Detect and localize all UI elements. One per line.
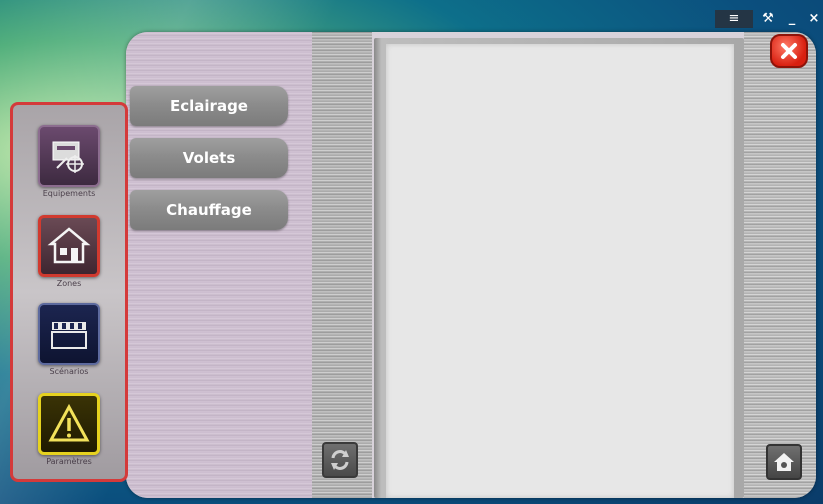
menu-column: Eclairage Volets Chauffage (126, 32, 312, 498)
menu-item-chauffage[interactable]: Chauffage (130, 190, 288, 230)
sidebar-label-parametres: Paramètres (46, 457, 92, 466)
close-icon (781, 43, 797, 59)
home-icon (774, 453, 794, 471)
menu-item-eclairage[interactable]: Eclairage (130, 86, 288, 126)
sidebar-label-scenarios: Scénarios (49, 367, 89, 376)
window-controls: ≡ ⚒ _ × (715, 10, 823, 28)
sidebar-label-zones: Zones (56, 279, 82, 288)
equipment-icon (38, 125, 100, 187)
panel-close-button[interactable] (770, 34, 808, 68)
tools-icon[interactable]: ⚒ (757, 10, 779, 28)
menu-button[interactable]: ≡ (715, 10, 753, 28)
house-icon (38, 215, 100, 277)
sidebar-item-scenarios[interactable]: Scénarios (13, 303, 125, 376)
content-area (386, 44, 734, 498)
home-button[interactable] (766, 444, 802, 480)
divider-stripes (312, 32, 372, 498)
main-panel: Eclairage Volets Chauffage (126, 32, 816, 498)
window-close-button[interactable]: × (805, 10, 823, 28)
refresh-icon (331, 450, 349, 470)
sidebar-label-equipements: Equipements (42, 189, 96, 198)
sidebar: Equipements Zones Scénarios Paramètres (10, 102, 128, 482)
right-stripes (744, 32, 816, 498)
refresh-button[interactable] (322, 442, 358, 478)
sidebar-item-zones[interactable]: Zones (13, 215, 125, 288)
sidebar-item-equipements[interactable]: Equipements (13, 125, 125, 198)
clapperboard-icon (38, 303, 100, 365)
minimize-button[interactable]: _ (783, 10, 801, 28)
sidebar-item-parametres[interactable]: Paramètres (13, 393, 125, 466)
menu-item-volets[interactable]: Volets (130, 138, 288, 178)
warning-icon (38, 393, 100, 455)
